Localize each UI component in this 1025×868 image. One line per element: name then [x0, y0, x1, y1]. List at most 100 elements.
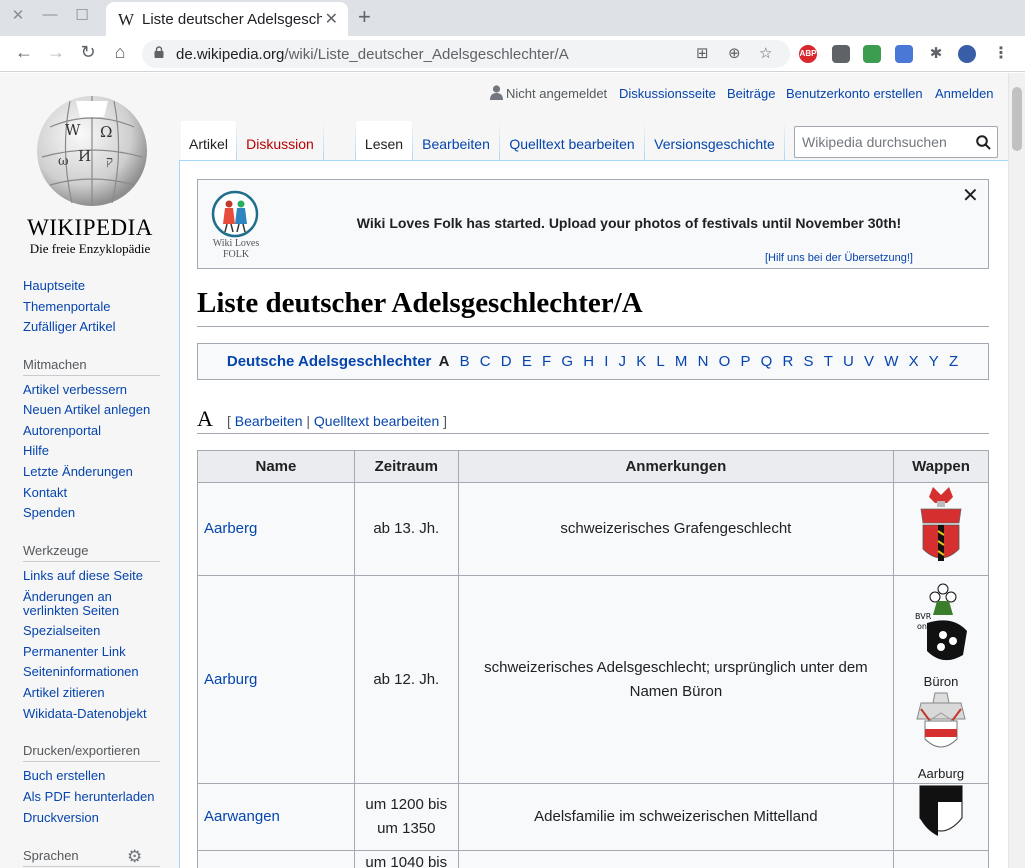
bueron-crest-image[interactable]: BVR on	[913, 579, 969, 667]
sidebar-item-autorenportal[interactable]: Autorenportal	[23, 424, 101, 438]
adblock-extension-icon[interactable]: ABP	[799, 45, 817, 63]
profile-avatar[interactable]	[958, 45, 976, 63]
column-header-wappen[interactable]: Wappen	[893, 450, 989, 483]
letter-link-p[interactable]: P	[740, 353, 750, 370]
section-edit-source-link[interactable]: Quelltext bearbeiten	[314, 413, 439, 429]
column-header-anmerkungen[interactable]: Anmerkungen	[457, 450, 895, 483]
letter-link-o[interactable]: O	[719, 353, 731, 370]
sidebar-item-druckversion[interactable]: Druckversion	[23, 811, 99, 825]
column-header-zeitraum[interactable]: Zeitraum	[353, 450, 459, 483]
family-name-link[interactable]: Aarberg	[197, 482, 355, 576]
new-tab-icon[interactable]: +	[358, 4, 371, 30]
family-name-link[interactable]: Aarwangen	[197, 783, 355, 851]
sidebar-item-pdf[interactable]: Als PDF herunterladen	[23, 790, 155, 804]
sidebar-item-zufaelliger-artikel[interactable]: Zufälliger Artikel	[23, 320, 115, 334]
letter-link-d[interactable]: D	[501, 353, 512, 370]
home-icon[interactable]: ⌂	[109, 42, 131, 63]
sidebar-item-hauptseite[interactable]: Hauptseite	[23, 279, 85, 293]
letter-link-n[interactable]: N	[698, 353, 709, 370]
letter-link-c[interactable]: C	[480, 353, 491, 370]
wikipedia-logo[interactable]: W Ω И ω ק WIKIPEDIA Die freie Enzyklopäd…	[20, 87, 160, 256]
login-link[interactable]: Anmelden	[935, 86, 994, 101]
sidebar-item-links-auf-diese-seite[interactable]: Links auf diese Seite	[23, 569, 143, 583]
sidebar-item-letzte-aenderungen[interactable]: Letzte Änderungen	[23, 465, 133, 479]
tab-bearbeiten[interactable]: Bearbeiten	[413, 121, 499, 161]
tab-quelltext-bearbeiten[interactable]: Quelltext bearbeiten	[500, 121, 644, 161]
sidebar-item-aenderungen-an[interactable]: Änderungen an	[23, 590, 112, 604]
bookmark-star-icon[interactable]: ☆	[759, 44, 772, 62]
letter-link-q[interactable]: Q	[761, 353, 773, 370]
aarburg-crest-image[interactable]	[913, 689, 969, 759]
letter-link-u[interactable]: U	[843, 353, 854, 370]
back-icon[interactable]: ←	[13, 42, 35, 63]
maximize-window-icon[interactable]: ☐	[72, 6, 92, 24]
tab-artikel[interactable]: Artikel	[181, 121, 236, 161]
letter-link-b[interactable]: B	[460, 353, 470, 370]
section-edit-link[interactable]: Bearbeiten	[235, 413, 303, 429]
letter-nav-lead-link[interactable]: Deutsche Adelsgeschlechter	[227, 353, 432, 370]
sidebar-item-artikel-zitieren[interactable]: Artikel zitieren	[23, 686, 105, 700]
letter-link-y[interactable]: Y	[929, 353, 939, 370]
tab-versionsgeschichte[interactable]: Versionsgeschichte	[645, 121, 784, 161]
forward-icon[interactable]: →	[45, 42, 67, 63]
letter-link-s[interactable]: S	[804, 353, 814, 370]
page-scrollbar[interactable]	[1008, 73, 1025, 868]
letter-link-g[interactable]: G	[561, 353, 573, 370]
sidebar-item-spezialseiten[interactable]: Spezialseiten	[23, 624, 100, 638]
letter-link-k[interactable]: K	[636, 353, 646, 370]
banner-help-link[interactable]: [Hilf uns bei der Übersetzung!]	[765, 252, 913, 264]
sidebar-item-seiteninformationen[interactable]: Seiteninformationen	[23, 665, 139, 679]
sidebar-item-permanenter-link[interactable]: Permanenter Link	[23, 645, 126, 659]
sidebar-item-kontakt[interactable]: Kontakt	[23, 486, 67, 500]
tab-lesen[interactable]: Lesen	[356, 121, 412, 161]
sidebar-item-neuen-artikel[interactable]: Neuen Artikel anlegen	[23, 403, 150, 417]
search-icon[interactable]	[976, 135, 991, 150]
letter-link-r[interactable]: R	[782, 353, 793, 370]
extension-leaf-icon[interactable]	[863, 45, 881, 63]
letter-link-t[interactable]: T	[824, 353, 833, 370]
discussion-page-link[interactable]: Diskussionsseite	[619, 86, 716, 101]
letter-link-z[interactable]: Z	[949, 353, 958, 370]
sidebar-item-hilfe[interactable]: Hilfe	[23, 444, 49, 458]
letter-link-m[interactable]: M	[675, 353, 688, 370]
sidebar-item-spenden[interactable]: Spenden	[23, 506, 75, 520]
letter-link-x[interactable]: X	[909, 353, 919, 370]
reload-icon[interactable]: ↻	[77, 42, 99, 63]
extension-icon[interactable]	[832, 45, 850, 63]
create-account-link[interactable]: Benutzerkonto erstellen	[786, 86, 923, 101]
contributions-link[interactable]: Beiträge	[727, 86, 775, 101]
search-input[interactable]: Wikipedia durchsuchen	[794, 126, 998, 158]
scrollbar-thumb[interactable]	[1012, 87, 1022, 151]
letter-link-e[interactable]: E	[522, 353, 532, 370]
letter-link-l[interactable]: L	[656, 353, 664, 370]
sidebar-item-buch-erstellen[interactable]: Buch erstellen	[23, 769, 105, 783]
aarberg-crest-image[interactable]	[913, 483, 969, 567]
letter-link-w[interactable]: W	[884, 353, 898, 370]
menu-icon[interactable]: ⋮	[992, 45, 1010, 63]
browser-tab[interactable]: W Liste deutscher Adelsgeschlechter/A ✕	[106, 2, 348, 36]
sidebar-item-wikidata[interactable]: Wikidata-Datenobjekt	[23, 707, 147, 721]
gear-icon[interactable]: ⚙	[127, 847, 142, 867]
aarwangen-crest-image[interactable]	[918, 784, 964, 842]
close-window-icon[interactable]: ✕	[8, 6, 28, 24]
sidebar-item-artikel-verbessern[interactable]: Artikel verbessern	[23, 383, 127, 397]
address-bar[interactable]: de.wikipedia.org/wiki/Liste_deutscher_Ad…	[142, 40, 790, 68]
family-name-link[interactable]: Aarburg	[197, 575, 355, 784]
extensions-puzzle-icon[interactable]: ✱	[927, 45, 945, 63]
letter-link-f[interactable]: F	[542, 353, 551, 370]
column-header-name[interactable]: Name	[197, 450, 355, 483]
sidebar-item-themenportale[interactable]: Themenportale	[23, 300, 110, 314]
minimize-window-icon[interactable]: —	[40, 6, 60, 23]
letter-link-h[interactable]: H	[583, 353, 594, 370]
family-name-link[interactable]	[197, 850, 355, 868]
tab-close-icon[interactable]: ✕	[325, 9, 338, 29]
translate-icon[interactable]: ⊞	[696, 44, 709, 62]
tab-diskussion[interactable]: Diskussion	[237, 121, 323, 161]
letter-link-v[interactable]: V	[864, 353, 874, 370]
google-translate-icon[interactable]	[895, 45, 913, 63]
zoom-icon[interactable]: ⊕	[728, 44, 741, 62]
sidebar-item-verlinkten-seiten[interactable]: verlinkten Seiten	[23, 604, 119, 618]
letter-link-j[interactable]: J	[619, 353, 627, 370]
close-icon[interactable]: ✕	[962, 183, 979, 208]
letter-link-i[interactable]: I	[604, 353, 608, 370]
